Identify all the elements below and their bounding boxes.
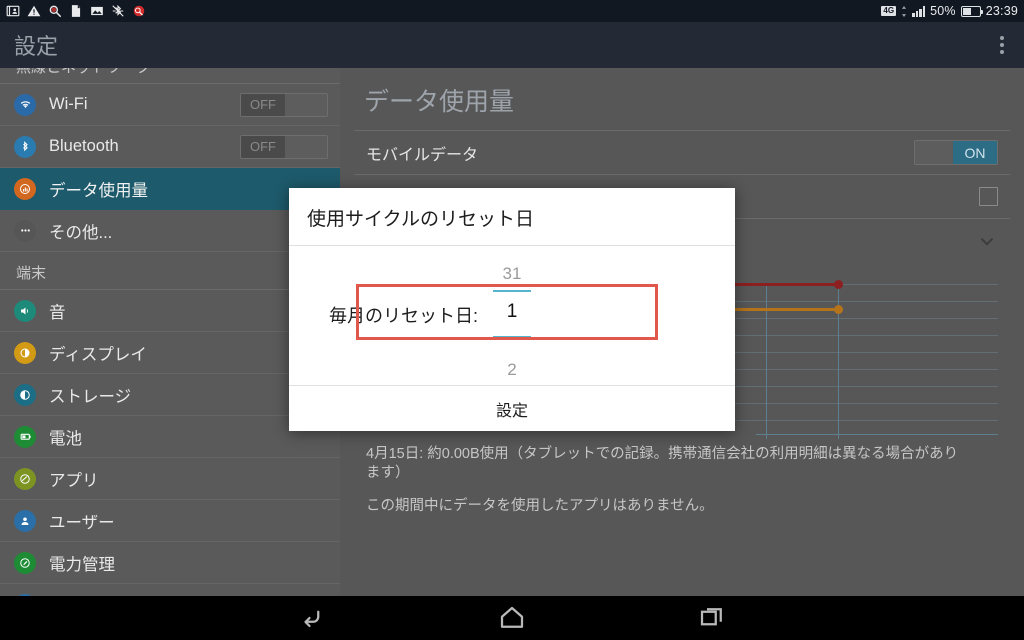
day-number-picker[interactable]: 31 毎月のリセット日: 1 2 [289, 246, 735, 388]
power-management-icon [14, 551, 36, 574]
mobile-data-label: モバイルデータ [366, 146, 479, 164]
battery-percent-label: 50% [930, 4, 956, 18]
sidebar-item-wifi[interactable]: Wi-Fi OFF [0, 84, 340, 126]
wifi-icon [14, 93, 36, 116]
usage-note: 4月15日: 約0.00B使用（タブレットでの記録。携帯通信会社の利用明細は異な… [366, 446, 959, 481]
picker-value-below[interactable]: 2 [289, 360, 735, 380]
navigation-bar [0, 596, 1024, 640]
sidebar-item-label: 音 [49, 303, 66, 322]
warning-triangle-icon [27, 5, 41, 17]
confirm-button[interactable]: 設定 [496, 397, 528, 421]
recents-icon[interactable] [697, 603, 727, 633]
sidebar-item-users[interactable]: ユーザー [0, 500, 340, 542]
picker-value-current[interactable]: 1 [472, 301, 552, 323]
network-type-badge: 4G [881, 6, 897, 16]
picker-value-above[interactable]: 31 [289, 264, 735, 284]
wifi-toggle[interactable]: OFF [240, 92, 328, 117]
sidebar-item-label: その他... [49, 223, 113, 242]
wifi-toggle-state: OFF [241, 93, 285, 116]
picker-divider-bottom [493, 336, 531, 338]
document-icon [71, 5, 81, 17]
sidebar-item-label: Bluetooth [49, 137, 119, 155]
clock-label: 23:39 [985, 4, 1018, 18]
sound-icon [14, 299, 36, 322]
row-mobile-data[interactable]: モバイルデータ ON [354, 130, 1010, 174]
chart-warning-handle[interactable] [834, 280, 843, 289]
no-apps-note: この期間中にデータを使用したアプリはありません。 [366, 498, 714, 514]
sidebar-item-label: ユーザー [49, 513, 115, 532]
sidebar-item-label: ディスプレイ [49, 345, 147, 364]
storage-icon [14, 383, 36, 406]
search-magnifier-icon [49, 5, 62, 18]
sidebar-item-label: アプリ [49, 471, 99, 490]
sidebar-item-label: 電池 [49, 429, 82, 448]
sidebar-item-label: 電力管理 [49, 555, 115, 574]
data-activity-icon [901, 5, 907, 17]
sidebar-item-label: データ使用量 [49, 181, 148, 200]
home-icon[interactable] [497, 603, 527, 633]
panel-heading: データ使用量 [364, 88, 515, 116]
record-dot-icon [133, 5, 145, 17]
status-system-icons: 4G 50% 23:39 [881, 4, 1018, 18]
chevron-down-icon[interactable] [976, 230, 998, 252]
bluetooth-toggle-state: OFF [241, 135, 285, 158]
display-icon [14, 341, 36, 364]
sidebar-item-label: ストレージ [49, 387, 132, 406]
bluetooth-icon [14, 135, 36, 158]
overflow-menu-icon[interactable] [994, 30, 1010, 60]
picker-divider-top [493, 290, 531, 292]
bluetooth-toggle[interactable]: OFF [240, 134, 328, 159]
contact-card-icon [6, 5, 20, 17]
image-icon [91, 6, 103, 16]
more-icon [14, 219, 36, 242]
status-bar: 4G 50% 23:39 [0, 0, 1024, 22]
sidebar-section-wireless: 無線とネットワーク [0, 68, 340, 84]
app-bar: 設定 [0, 22, 1024, 68]
bluetooth-off-icon [112, 4, 124, 17]
status-notification-icons [6, 4, 146, 18]
sidebar-item-power-management[interactable]: 電力管理 [0, 542, 340, 584]
back-icon[interactable] [297, 603, 327, 633]
signal-bars-icon [912, 5, 926, 17]
sidebar-item-label: Wi-Fi [49, 95, 88, 113]
sidebar-item-apps[interactable]: アプリ [0, 458, 340, 500]
mobile-data-toggle-state: ON [953, 141, 997, 164]
data-limit-checkbox[interactable] [979, 187, 998, 206]
user-icon [14, 509, 36, 532]
apps-icon [14, 467, 36, 490]
cycle-reset-dialog: 使用サイクルのリセット日 31 毎月のリセット日: 1 2 設定 [289, 188, 735, 431]
battery-icon [960, 5, 984, 17]
dialog-footer: 設定 [289, 385, 735, 431]
data-usage-icon [14, 177, 36, 200]
battery-icon [14, 425, 36, 448]
tablet-screen: 4G 50% 23:39 設定 無線とネットワーク Wi-Fi OFF [0, 0, 1024, 640]
sidebar-item-bluetooth[interactable]: Bluetooth OFF [0, 126, 340, 168]
picker-field-label: 毎月のリセット日: [328, 306, 478, 326]
mobile-data-toggle[interactable]: ON [914, 140, 998, 165]
page-title: 設定 [14, 34, 59, 59]
dialog-title: 使用サイクルのリセット日 [289, 188, 735, 246]
chart-limit-handle[interactable] [834, 305, 843, 314]
